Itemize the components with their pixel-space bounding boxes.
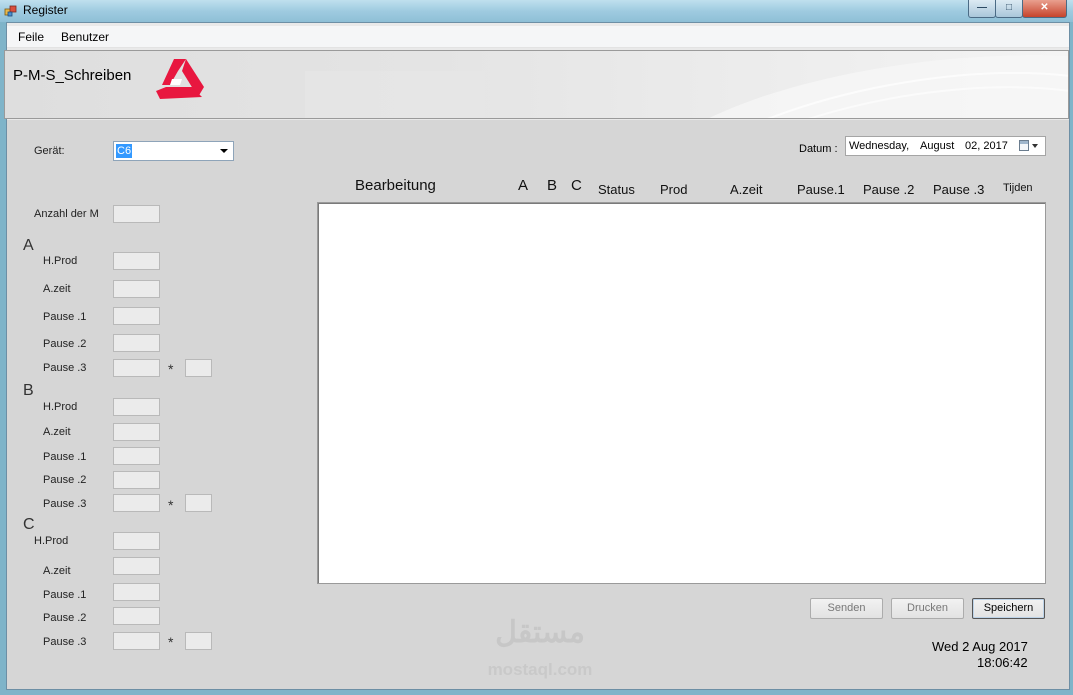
c-pause3-label: Pause .3 <box>43 636 87 648</box>
b-hprod-field[interactable] <box>113 398 160 416</box>
a-pause3-label: Pause .3 <box>43 362 87 374</box>
anzahl-label: Anzahl der M <box>34 208 99 220</box>
clock-time: 18:06:42 <box>977 655 1028 670</box>
geraet-value: C6 <box>116 144 133 158</box>
b-factor-field[interactable] <box>185 494 212 512</box>
geraet-select[interactable]: C6 <box>113 141 234 161</box>
window-title: Register <box>23 3 68 17</box>
save-button[interactable]: Speichern <box>972 598 1045 619</box>
col-tijden: Tijden <box>1003 182 1033 194</box>
maximize-button[interactable]: □ <box>995 0 1023 18</box>
col-a: A <box>518 177 529 194</box>
c-hprod-label: H.Prod <box>34 535 69 547</box>
calendar-icon[interactable] <box>1019 140 1029 151</box>
company-logo-icon <box>156 59 204 99</box>
a-factor-field[interactable] <box>185 359 212 377</box>
b-hprod-label: H.Prod <box>43 401 78 413</box>
menu-feile[interactable]: Feile <box>18 30 44 44</box>
b-multiplier: * <box>168 497 174 513</box>
col-pause2: Pause .2 <box>863 182 915 197</box>
watermark-url: mostaql.com <box>487 660 593 679</box>
section-b-title: B <box>23 382 34 399</box>
app-icon <box>4 5 17 17</box>
watermark-logo: مستقل <box>495 616 585 649</box>
c-pause3-field[interactable] <box>113 632 160 650</box>
section-c-title: C <box>23 516 35 533</box>
b-pause2-label: Pause .2 <box>43 474 87 486</box>
b-pause3-label: Pause .3 <box>43 498 87 510</box>
col-b: B <box>547 177 558 194</box>
anzahl-field[interactable] <box>113 205 160 223</box>
records-list[interactable] <box>317 202 1046 584</box>
a-pause2-field[interactable] <box>113 334 160 352</box>
section-a-title: A <box>23 237 34 254</box>
a-azeit-label: A.zeit <box>43 283 71 295</box>
print-button[interactable]: Drucken <box>891 598 964 619</box>
c-azeit-field[interactable] <box>113 557 160 575</box>
b-pause1-label: Pause .1 <box>43 451 87 463</box>
c-pause1-field[interactable] <box>113 583 160 601</box>
datum-label: Datum : <box>799 143 838 155</box>
c-pause1-label: Pause .1 <box>43 589 87 601</box>
a-pause3-field[interactable] <box>113 359 160 377</box>
col-pause1: Pause.1 <box>797 182 845 197</box>
c-hprod-field[interactable] <box>113 532 160 550</box>
a-pause1-label: Pause .1 <box>43 311 87 323</box>
menu-benutzer[interactable]: Benutzer <box>61 30 109 44</box>
c-azeit-label: A.zeit <box>43 565 71 577</box>
a-hprod-field[interactable] <box>113 252 160 270</box>
col-pause3: Pause .3 <box>933 182 985 197</box>
date-month[interactable]: August <box>920 140 954 152</box>
col-azeit: A.zeit <box>730 182 763 197</box>
b-azeit-label: A.zeit <box>43 426 71 438</box>
col-status: Status <box>598 182 635 197</box>
b-azeit-field[interactable] <box>113 423 160 441</box>
b-pause1-field[interactable] <box>113 447 160 465</box>
col-c: C <box>571 177 582 194</box>
col-bearbeitung: Bearbeitung <box>355 177 436 194</box>
c-factor-field[interactable] <box>185 632 212 650</box>
menu-bar <box>7 26 1069 48</box>
a-azeit-field[interactable] <box>113 280 160 298</box>
chevron-down-icon[interactable] <box>220 149 228 153</box>
close-button[interactable]: ✕ <box>1022 0 1067 18</box>
date-day[interactable]: Wednesday, <box>849 140 909 152</box>
app-name: P-M-S_Schreiben <box>13 67 132 84</box>
date-picker[interactable]: Wednesday, August 02, 2017 <box>845 136 1046 156</box>
c-pause2-label: Pause .2 <box>43 612 87 624</box>
send-button[interactable]: Senden <box>810 598 883 619</box>
date-day-year[interactable]: 02, 2017 <box>965 140 1008 152</box>
col-prod: Prod <box>660 182 688 197</box>
geraet-label: Gerät: <box>34 145 65 157</box>
minimize-button[interactable]: — <box>968 0 996 18</box>
a-hprod-label: H.Prod <box>43 255 78 267</box>
title-bar <box>0 0 1073 22</box>
b-pause2-field[interactable] <box>113 471 160 489</box>
chevron-down-icon[interactable] <box>1032 144 1038 148</box>
a-multiplier: * <box>168 361 174 377</box>
a-pause2-label: Pause .2 <box>43 338 87 350</box>
clock-date: Wed 2 Aug 2017 <box>932 639 1028 654</box>
c-pause2-field[interactable] <box>113 607 160 625</box>
a-pause1-field[interactable] <box>113 307 160 325</box>
c-multiplier: * <box>168 634 174 650</box>
b-pause3-field[interactable] <box>113 494 160 512</box>
